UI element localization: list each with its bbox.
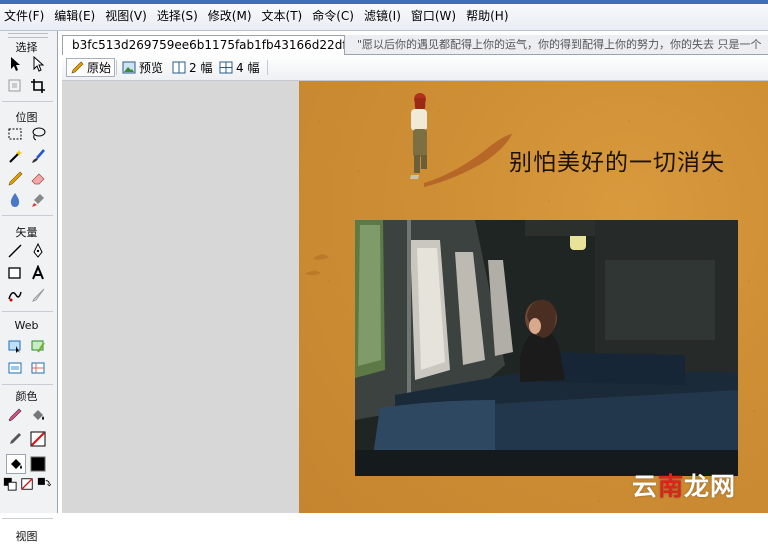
- fill-swatch[interactable]: [28, 454, 48, 474]
- pencil-icon: [71, 61, 84, 74]
- menu-items: 文件(F) 编辑(E) 视图(V) 选择(S) 修改(M) 文本(T) 命令(C) 滤镜(I)…: [0, 8, 515, 24]
- text-tool-icon[interactable]: [29, 264, 47, 282]
- lasso-tool-icon[interactable]: [29, 125, 47, 143]
- train-photo: [355, 220, 738, 476]
- four-up-icon: [219, 61, 233, 74]
- menu-file[interactable]: 文件(F): [0, 8, 50, 24]
- two-up-view-label: 2 幅: [189, 61, 213, 75]
- watermark-part-1: 云: [632, 472, 659, 501]
- no-stroke-fill-icon[interactable]: [20, 477, 34, 491]
- rubber-stamp-tool-icon[interactable]: [29, 191, 47, 209]
- divider: [116, 60, 117, 75]
- preview-view-button[interactable]: 预览: [119, 58, 166, 77]
- menu-edit[interactable]: 编辑(E): [50, 8, 101, 24]
- pasteboard: [62, 81, 299, 513]
- hide-slices-icon[interactable]: [6, 359, 24, 377]
- two-up-icon: [172, 61, 186, 74]
- girl-illustration: [410, 93, 512, 187]
- crop-tool-icon[interactable]: [29, 77, 47, 95]
- tab-strip: "愿以后你的遇见都配得上你的运气，你的得到配得上你的努力，你的失去 只是一个: [345, 35, 768, 55]
- watermark-part-3: 龙网: [684, 472, 737, 501]
- watermark: 云南龙网: [632, 467, 736, 503]
- menu-modify[interactable]: 修改(M): [204, 8, 258, 24]
- pencil-tool-icon[interactable]: [6, 169, 24, 187]
- image-icon: [122, 61, 136, 74]
- view-mode-bar: 原始 预览 2 幅 4 幅: [62, 55, 768, 81]
- menu-help[interactable]: 帮助(H): [462, 8, 514, 24]
- slogan-text: 别怕美好的一切消失: [509, 150, 725, 176]
- menu-window[interactable]: 窗口(W): [407, 8, 462, 24]
- knife-tool-icon[interactable]: [29, 286, 47, 304]
- menu-bar: 文件(F) 编辑(E) 视图(V) 选择(S) 修改(M) 文本(T) 命令(C) 滤镜(I)…: [0, 0, 768, 31]
- preview-view-label: 预览: [139, 61, 164, 75]
- train-interior-image: [355, 220, 738, 476]
- four-up-view-label: 4 幅: [236, 61, 260, 75]
- show-slices-icon[interactable]: [29, 359, 47, 377]
- divider: [2, 518, 53, 519]
- scale-tool-icon[interactable]: [6, 77, 24, 95]
- divider: [2, 215, 53, 216]
- divider: [267, 60, 268, 75]
- panel-grip[interactable]: [8, 33, 48, 38]
- document-tab-2[interactable]: "愿以后你的遇见都配得上你的运气，你的得到配得上你的努力，你的失去 只是一个: [357, 35, 762, 55]
- stroke-swatch[interactable]: [29, 430, 47, 448]
- title-bar-strip: [0, 0, 768, 4]
- default-colors-icon[interactable]: [3, 477, 17, 491]
- freeform-tool-icon[interactable]: [6, 286, 24, 304]
- subselection-tool-icon[interactable]: [29, 55, 47, 73]
- blur-tool-icon[interactable]: [6, 191, 24, 209]
- divider: [2, 311, 53, 312]
- rectangle-tool-icon[interactable]: [6, 264, 24, 282]
- menu-view[interactable]: 视图(V): [101, 8, 153, 24]
- original-view-button[interactable]: 原始: [66, 58, 116, 77]
- eyedropper-tool-icon[interactable]: [6, 406, 24, 424]
- slice-tool-icon[interactable]: [29, 337, 47, 355]
- brush-tool-icon[interactable]: [29, 147, 47, 165]
- eraser-tool-icon[interactable]: [29, 169, 47, 187]
- swap-colors-icon[interactable]: [37, 477, 51, 491]
- document-tab[interactable]: b3fc513d269759ee6b1175fab1fb43166d22df40…: [62, 35, 345, 55]
- section-title-bitmap: 位图: [15, 111, 38, 124]
- line-tool-icon[interactable]: [6, 242, 24, 260]
- magic-wand-tool-icon[interactable]: [6, 147, 24, 165]
- section-title-vector: 矢量: [15, 226, 38, 239]
- tools-panel: 选择 位图 矢量 Web 颜色 视图: [0, 31, 58, 543]
- section-title-view: 视图: [15, 530, 38, 543]
- menu-select[interactable]: 选择(S): [153, 8, 204, 24]
- menu-commands[interactable]: 命令(C): [308, 8, 360, 24]
- section-title-select: 选择: [15, 41, 38, 54]
- menu-filters[interactable]: 滤镜(I): [360, 8, 407, 24]
- divider: [2, 384, 53, 385]
- two-up-view-button[interactable]: 2 幅: [169, 58, 215, 77]
- watermark-part-2: 南: [658, 472, 685, 501]
- section-title-colors: 颜色: [15, 390, 38, 403]
- artwork-canvas[interactable]: 别怕美好的一切消失 云南龙网: [299, 81, 768, 513]
- paint-bucket-tool-icon[interactable]: [29, 406, 47, 424]
- menu-text[interactable]: 文本(T): [258, 8, 309, 24]
- original-view-label: 原始: [87, 61, 112, 75]
- four-up-view-button[interactable]: 4 幅: [216, 58, 262, 77]
- pointer-tool-icon[interactable]: [6, 55, 24, 73]
- divider: [2, 101, 53, 102]
- hotspot-tool-icon[interactable]: [6, 337, 24, 355]
- fill-color-icon[interactable]: [6, 454, 26, 474]
- stroke-color-icon[interactable]: [6, 430, 24, 448]
- pen-tool-icon[interactable]: [29, 242, 47, 260]
- section-title-web: Web: [14, 319, 39, 332]
- marquee-tool-icon[interactable]: [6, 125, 24, 143]
